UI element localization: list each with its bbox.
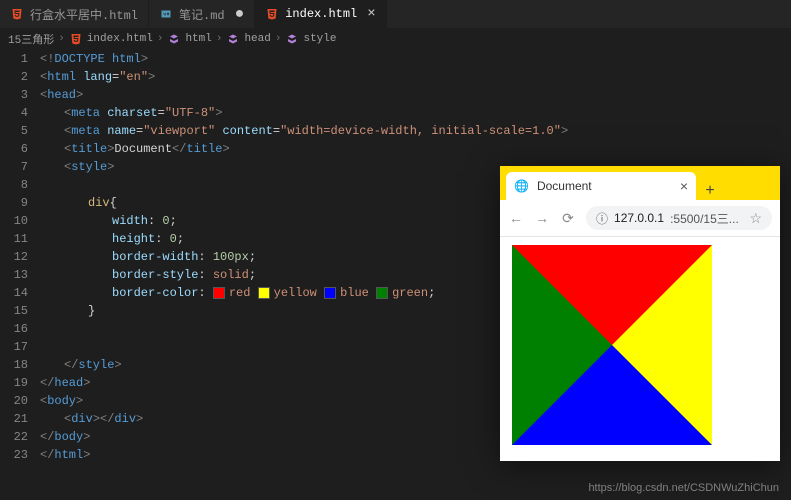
globe-icon: 🌐 bbox=[514, 179, 529, 193]
tab-file-0[interactable]: 行盒水平居中.html bbox=[0, 0, 149, 28]
watermark: https://blog.csdn.net/CSDNWuZhiChun bbox=[588, 482, 779, 494]
tab-label: 行盒水平居中.html bbox=[30, 6, 138, 23]
html5-icon bbox=[265, 7, 279, 21]
chevron-right-icon: › bbox=[216, 33, 223, 45]
close-icon[interactable]: × bbox=[367, 7, 375, 21]
rendered-div bbox=[512, 245, 712, 445]
browser-tab-title: Document bbox=[537, 179, 592, 193]
browser-viewport bbox=[500, 237, 780, 461]
tab-label: index.html bbox=[285, 7, 357, 21]
forward-button[interactable]: → bbox=[534, 210, 550, 226]
symbol-icon bbox=[167, 32, 181, 46]
close-icon[interactable]: × bbox=[680, 178, 688, 194]
breadcrumb-item[interactable]: style bbox=[303, 33, 336, 45]
tab-file-2[interactable]: index.html × bbox=[255, 0, 386, 28]
url-host: 127.0.0.1 bbox=[614, 211, 664, 225]
star-icon[interactable]: ☆ bbox=[749, 210, 762, 227]
breadcrumb: 15三角形 › index.html › html › head › style bbox=[0, 28, 791, 50]
breadcrumb-item[interactable]: head bbox=[244, 33, 270, 45]
html5-icon bbox=[10, 7, 24, 21]
chevron-right-icon: › bbox=[275, 33, 282, 45]
breadcrumb-item[interactable]: 15三角形 bbox=[8, 31, 54, 47]
browser-window: 🌐 Document × + ← → ⟳ ⓘ 127.0.0.1 :5500/15… bbox=[500, 166, 780, 461]
browser-toolbar: ← → ⟳ ⓘ 127.0.0.1 :5500/15三... ☆ bbox=[500, 200, 780, 237]
symbol-icon bbox=[226, 32, 240, 46]
tab-label: 笔记.md bbox=[179, 6, 225, 23]
chevron-right-icon: › bbox=[58, 33, 65, 45]
symbol-icon bbox=[285, 32, 299, 46]
breadcrumb-item[interactable]: index.html bbox=[87, 33, 153, 45]
modified-dot-icon: ● bbox=[235, 6, 245, 22]
url-path: :5500/15三... bbox=[670, 210, 739, 227]
back-button[interactable]: ← bbox=[508, 210, 524, 226]
tab-file-1[interactable]: 笔记.md ● bbox=[149, 0, 255, 28]
editor-tabs: 行盒水平居中.html 笔记.md ● index.html × bbox=[0, 0, 791, 28]
reload-button[interactable]: ⟳ bbox=[560, 210, 576, 227]
breadcrumb-item[interactable]: html bbox=[185, 33, 211, 45]
browser-tabstrip: 🌐 Document × + bbox=[500, 166, 780, 200]
line-gutter: 1234567891011121314151617181920212223 bbox=[0, 50, 40, 464]
chevron-right-icon: › bbox=[157, 33, 164, 45]
address-bar[interactable]: ⓘ 127.0.0.1 :5500/15三... ☆ bbox=[586, 206, 772, 230]
info-icon: ⓘ bbox=[596, 210, 608, 227]
markdown-icon bbox=[159, 7, 173, 21]
new-tab-button[interactable]: + bbox=[696, 182, 724, 200]
html5-icon bbox=[69, 32, 83, 46]
browser-tab[interactable]: 🌐 Document × bbox=[506, 172, 696, 200]
